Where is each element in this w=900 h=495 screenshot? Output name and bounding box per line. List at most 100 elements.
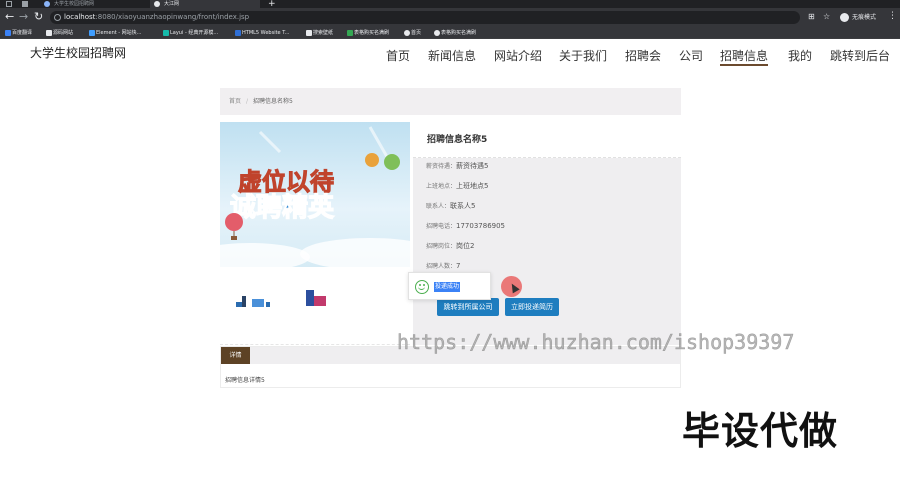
address-bar-row: ← → ↻ localhost:8080/xiaoyuanzhaopinwang… [0,8,900,27]
bookmark-label: 搜索壁纸 [313,30,334,36]
breadcrumb-current: 招聘信息名称5 [253,98,293,105]
bookmark-favicon-icon [306,30,312,36]
bookmark-favicon-icon [347,30,353,36]
info-row-phone: 招聘电话：17703786905 [426,221,505,230]
job-title: 招聘信息名称5 [413,130,681,158]
forward-icon[interactable]: → [19,11,28,23]
success-toast: 投递成功 [408,272,491,300]
nav-item-job-fair[interactable]: 招聘会 [625,48,661,64]
incognito-icon [840,13,849,22]
job-image: 虚位以待 诚聘精英 [220,122,410,267]
breadcrumb: 首页 / 招聘信息名称5 [220,88,681,115]
bookmark-favicon-icon [89,30,95,36]
bookmark-favicon-icon [46,30,52,36]
nav-item-jobs[interactable]: 招聘信息 [720,48,769,66]
thumbnail-2[interactable] [305,288,329,308]
browser-tab-1[interactable]: 大学生校园招聘网 [40,0,145,8]
info-label: 上班地点： [426,183,457,190]
info-value: 薪资待遇5 [456,162,489,170]
smile-icon [415,280,429,294]
bookmark-item[interactable]: Element - 网站快... [88,27,141,39]
browser-tab-2[interactable]: 大江网 [150,0,260,8]
nav-item-news[interactable]: 新闻信息 [428,48,476,64]
tab-favicon-icon [44,1,50,7]
bookmark-label: Layui - 经典开源模... [170,30,219,36]
profile-label: 无痕模式 [852,14,877,21]
tab-favicon-icon [154,1,160,7]
watermark-text: https://www.huzhan.com/ishop39397 [397,330,795,355]
bookmark-label: 表格购买名满刷 [441,30,477,36]
bookmark-item[interactable]: 首页 [403,27,421,39]
toast-message: 投递成功 [434,282,461,292]
go-to-company-button[interactable]: 跳转到所属公司 [437,298,499,316]
bookmark-favicon-icon [404,30,410,36]
info-label: 薪资待遇： [426,163,457,170]
url-host: localhost [64,13,96,21]
browser-menu-icon[interactable]: ⋮ [888,11,897,21]
recruitment-banner-image: 虚位以待 诚聘精英 [220,122,410,267]
bookmark-label: 首页 [411,30,422,36]
back-icon[interactable]: ← [5,11,14,23]
info-value: 联系人5 [450,202,476,210]
info-row-headcount: 招聘人数：7 [426,261,460,270]
tab-details[interactable]: 详情 [221,347,250,364]
info-label: 招聘电话： [426,223,457,230]
incognito-profile[interactable]: 无痕模式 [840,12,876,23]
nav-item-admin[interactable]: 跳转到后台 [830,48,890,64]
window-menu-icon[interactable] [6,1,12,7]
bookmark-item[interactable]: 搜索壁纸 [305,27,333,39]
promo-text: 毕设代做 [682,409,839,453]
reload-icon[interactable]: ↻ [34,11,43,23]
breadcrumb-home[interactable]: 首页 [229,98,241,105]
bookmark-favicon-icon [235,30,241,36]
svg-text:虚位以待: 虚位以待 [238,168,334,196]
bookmark-item[interactable]: 表格购买名满刷 [346,27,389,39]
info-value: 7 [456,262,461,270]
bookmark-star-icon[interactable]: ☆ [823,13,831,21]
url-path: :8080/xiaoyuanzhaopinwang/front/index.js… [95,13,250,21]
info-value: 上班地点5 [456,182,489,190]
bookmark-label: HTML5 Website T... [242,30,290,36]
nav-item-about[interactable]: 关于我们 [559,48,607,64]
url-field[interactable]: localhost:8080/xiaoyuanzhaopinwang/front… [50,11,800,24]
apply-resume-button[interactable]: 立即投递简历 [505,298,559,316]
info-row-location: 上班地点：上班地点5 [426,181,488,191]
bookmark-item[interactable]: 源码网站 [45,27,73,39]
bookmark-item[interactable]: 百度翻译 [4,27,32,39]
breadcrumb-separator: / [246,98,249,105]
info-row-position: 招聘岗位：岗位2 [426,241,474,251]
svg-text:诚聘精英: 诚聘精英 [230,193,335,223]
info-row-salary: 薪资待遇：薪资待遇5 [426,161,488,171]
tab-title: 大江网 [164,1,180,7]
image-thumbnails [220,270,410,345]
site-info-icon[interactable] [54,14,61,21]
nav-item-intro[interactable]: 网站介绍 [494,48,542,64]
bookmark-label: Element - 网站快... [96,30,142,36]
bookmark-favicon-icon [163,30,169,36]
info-label: 联系人： [426,203,451,210]
bookmark-favicon-icon [434,30,440,36]
bookmark-item[interactable]: HTML5 Website T... [234,27,289,39]
info-label: 招聘人数： [426,263,457,270]
bookmark-label: 源码网站 [53,30,74,36]
site-title[interactable]: 大学生校园招聘网 [30,44,126,61]
bookmark-label: 百度翻译 [12,30,33,36]
nav-item-mine[interactable]: 我的 [788,48,812,64]
nav-item-home[interactable]: 首页 [386,48,410,64]
info-label: 招聘岗位： [426,243,457,250]
bookmark-favicon-icon [5,30,11,36]
browser-tabstrip: 大学生校园招聘网 大江网 + [0,0,900,9]
details-text: 招聘信息详情5 [225,377,265,384]
info-value: 17703786905 [456,222,506,230]
tab-title: 大学生校园招聘网 [54,1,95,7]
bookmark-label: 表格购买名满刷 [354,30,390,36]
translate-icon[interactable]: ⊞ [808,13,816,21]
bookmarks-bar: 百度翻译 源码网站 Element - 网站快... Layui - 经典开源模… [0,27,900,39]
tab-search-icon[interactable] [22,1,28,7]
info-value: 岗位2 [456,242,475,250]
info-row-contact: 联系人：联系人5 [426,201,475,211]
bookmark-item[interactable]: 表格购买名满刷 [433,27,476,39]
nav-item-company[interactable]: 公司 [679,48,703,64]
bookmark-item[interactable]: Layui - 经典开源模... [162,27,218,39]
thumbnail-1[interactable] [236,290,276,308]
